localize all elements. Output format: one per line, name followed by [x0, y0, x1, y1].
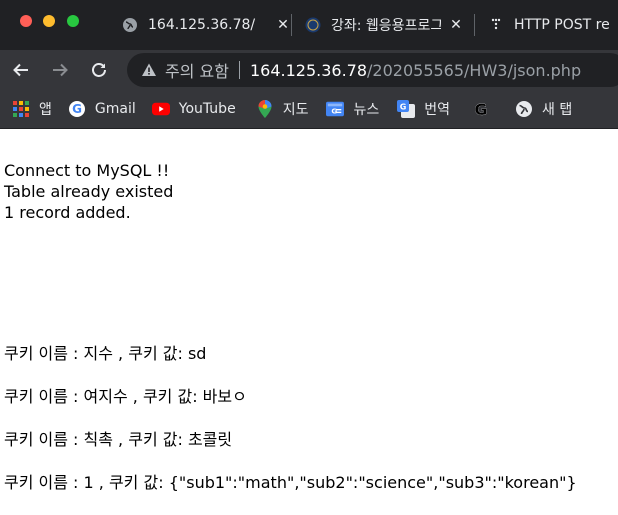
- tab-course[interactable]: 강좌: 웹응용프로그 ✕: [305, 0, 463, 50]
- bookmarks-bar: 앱 G Gmail YouTube 지도 G 뉴스 G 번역 G 새 탭: [0, 90, 618, 129]
- bookmark-translate[interactable]: G 번역: [397, 99, 450, 119]
- warning-icon[interactable]: [141, 62, 157, 78]
- reload-button[interactable]: [87, 58, 111, 82]
- bookmark-youtube[interactable]: YouTube: [151, 100, 236, 118]
- window-maximize-button[interactable]: [67, 15, 79, 27]
- toolbar: 주의 요함 164.125.36.78/202055565/HW3/json.p…: [0, 50, 618, 90]
- youtube-icon: [151, 100, 170, 118]
- bookmark-maps[interactable]: 지도: [256, 99, 309, 119]
- dots-icon: [488, 17, 504, 33]
- security-warning-label[interactable]: 주의 요함: [165, 58, 229, 82]
- bookmark-label: 지도: [282, 102, 309, 118]
- svg-text:G: G: [400, 103, 407, 112]
- cookie-list: 쿠키 이름 : 지수 , 쿠키 값: sd 쿠키 이름 : 여지수 , 쿠키 값…: [4, 343, 614, 515]
- tab-close-icon[interactable]: ✕: [276, 17, 290, 33]
- tab-title: HTTP POST re: [514, 17, 610, 33]
- page-body: Connect to MySQL !! Table already existe…: [4, 160, 614, 223]
- svg-text:G: G: [474, 100, 487, 118]
- cookie-item: 쿠키 이름 : 지수 , 쿠키 값: sd: [4, 344, 207, 363]
- arrow-right-icon: [53, 63, 68, 77]
- forward-button[interactable]: [48, 58, 72, 82]
- address-divider: [238, 61, 240, 79]
- tab-title: 강좌: 웹응용프로그: [331, 18, 441, 34]
- bookmark-gmail[interactable]: G Gmail: [68, 100, 136, 118]
- cookie-item: 쿠키 이름 : 여지수 , 쿠키 값: 바보ㅇ: [4, 387, 247, 406]
- apps-grid-icon: [12, 100, 30, 118]
- svg-text:G: G: [332, 107, 338, 116]
- bookmark-new-tab[interactable]: 새 탭: [515, 99, 572, 119]
- globe-icon: [515, 100, 533, 118]
- bookmark-label: 번역: [424, 102, 450, 118]
- translate-icon: G: [397, 100, 416, 118]
- arrow-left-icon: [13, 63, 28, 77]
- bookmark-label: 앱: [39, 102, 52, 118]
- bookmark-label: Gmail: [94, 101, 136, 117]
- university-icon: [305, 17, 321, 33]
- back-button[interactable]: [9, 58, 33, 82]
- cookie-item: 쿠키 이름 : 1 , 쿠키 값: {"sub1":"math","sub2":…: [4, 473, 577, 492]
- bookmark-apps[interactable]: 앱: [12, 99, 52, 119]
- address-bar[interactable]: 주의 요함 164.125.36.78/202055565/HW3/json.p…: [127, 53, 618, 87]
- tab-strip: 164.125.36.78/ ✕ 강좌: 웹응용프로그 ✕ HTTP POST …: [0, 0, 618, 50]
- globe-icon: [122, 17, 138, 33]
- status-line: Table already existed: [4, 182, 174, 201]
- window-close-button[interactable]: [20, 15, 32, 27]
- news-icon: G: [326, 100, 345, 118]
- bookmark-label: YouTube: [178, 101, 236, 117]
- tab-json-php[interactable]: 164.125.36.78/ ✕: [122, 0, 290, 50]
- tab-title: 164.125.36.78/: [148, 17, 256, 33]
- url-path: /202055565/HW3/json.php: [367, 60, 582, 80]
- url-host: 164.125.36.78: [249, 60, 368, 80]
- tab-divider: [474, 14, 475, 36]
- maps-pin-icon: [256, 100, 274, 118]
- status-line: Connect to MySQL !!: [4, 161, 170, 180]
- tab-divider: [291, 14, 292, 36]
- bookmark-g[interactable]: G: [472, 100, 499, 118]
- bookmark-label: 뉴스: [353, 102, 380, 118]
- google-icon: G: [68, 100, 86, 118]
- tab-http-post[interactable]: HTTP POST re: [488, 0, 618, 50]
- window-minimize-button[interactable]: [43, 15, 55, 27]
- reload-icon: [92, 63, 106, 77]
- svg-text:G: G: [72, 102, 82, 116]
- tab-close-icon[interactable]: ✕: [449, 17, 463, 33]
- g-logo-icon: G: [472, 100, 490, 118]
- cookie-item: 쿠키 이름 : 칙촉 , 쿠키 값: 초콜릿: [4, 430, 233, 449]
- bookmark-label: 새 탭: [541, 102, 573, 118]
- bookmark-news[interactable]: G 뉴스: [326, 99, 379, 119]
- status-line: 1 record added.: [4, 203, 131, 222]
